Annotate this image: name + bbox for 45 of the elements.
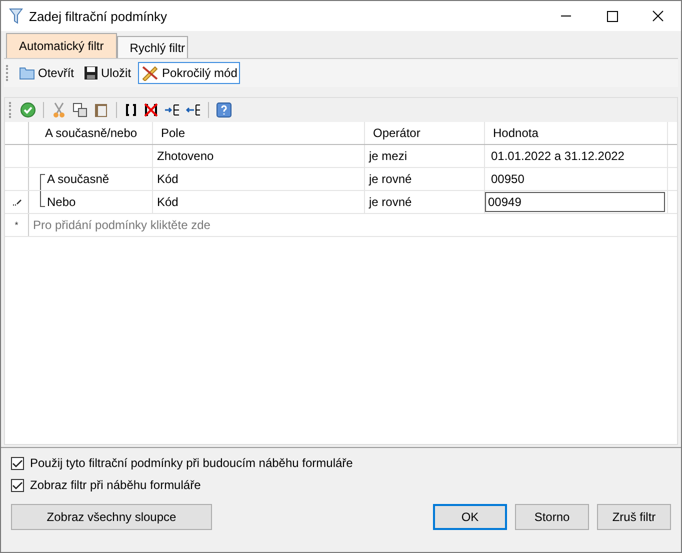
dialog-button[interactable]: Storno xyxy=(515,504,589,530)
dialog-button[interactable]: OK xyxy=(433,504,507,530)
checkbox-label: Použij tyto filtrační podmínky při budoucím náběhu formuláře xyxy=(30,456,353,470)
check-icon[interactable] xyxy=(20,102,36,118)
table-row[interactable]: Zhotoveno je mezi 01.01.2022 a 31.12.2022 xyxy=(5,145,677,168)
help-icon[interactable] xyxy=(216,102,232,118)
outdent-icon[interactable] xyxy=(185,102,201,118)
table-cell: Kód xyxy=(153,191,365,213)
funnel-icon xyxy=(9,7,23,25)
dialog-button[interactable]: Zruš filtr xyxy=(597,504,671,530)
new-row-marker: * xyxy=(14,220,18,230)
value-input[interactable]: 00949 xyxy=(485,192,665,212)
tab[interactable]: Rychlý filtr xyxy=(116,36,188,58)
toolbar-button[interactable]: Otevřít xyxy=(16,63,78,83)
clipboard-icon[interactable] xyxy=(93,102,109,118)
dialog-button[interactable]: Zobraz všechny sloupce xyxy=(11,504,212,530)
table-cell: A současně xyxy=(47,172,110,186)
brackets-icon[interactable] xyxy=(124,102,138,118)
column-header[interactable]: Hodnota xyxy=(485,122,668,144)
folder-icon xyxy=(19,66,35,80)
remove-brackets-icon[interactable] xyxy=(143,102,159,118)
column-header[interactable]: Pole xyxy=(153,122,365,144)
table-cell: Zhotoveno xyxy=(153,145,365,167)
table-cell: 01.01.2022 a 31.12.2022 xyxy=(485,145,668,167)
new-row-placeholder[interactable]: Pro přidání podmínky kliktěte zde xyxy=(29,214,210,236)
table-cell: Kód xyxy=(153,168,365,190)
column-header[interactable]: A současně/nebo xyxy=(37,122,153,144)
table-row[interactable]: A současně Kód je rovné 00950 xyxy=(5,168,677,191)
table-cell: Nebo xyxy=(47,195,76,209)
window-title: Zadej filtrační podmínky xyxy=(29,8,168,24)
table-row[interactable]: Nebo Kód je rovné 00949 xyxy=(5,191,677,214)
table-cell: je rovné xyxy=(365,168,485,190)
table-cell: 00950 xyxy=(485,168,668,190)
checkbox[interactable] xyxy=(11,478,24,492)
column-header[interactable]: Operátor xyxy=(365,122,485,144)
indent-icon[interactable] xyxy=(164,102,180,118)
pencil-ruler-icon xyxy=(141,65,160,81)
pencil-icon xyxy=(12,198,22,206)
checkbox[interactable] xyxy=(11,456,24,470)
copy-icon[interactable] xyxy=(72,102,88,118)
checkbox-label: Zobraz filtr při náběhu formuláře xyxy=(30,478,201,492)
table-cell: je mezi xyxy=(365,145,485,167)
toolbar-button[interactable]: Pokročilý mód xyxy=(138,62,240,84)
tab[interactable]: Automatický filtr xyxy=(6,33,117,58)
toolbar-button[interactable]: Uložit xyxy=(81,63,134,83)
